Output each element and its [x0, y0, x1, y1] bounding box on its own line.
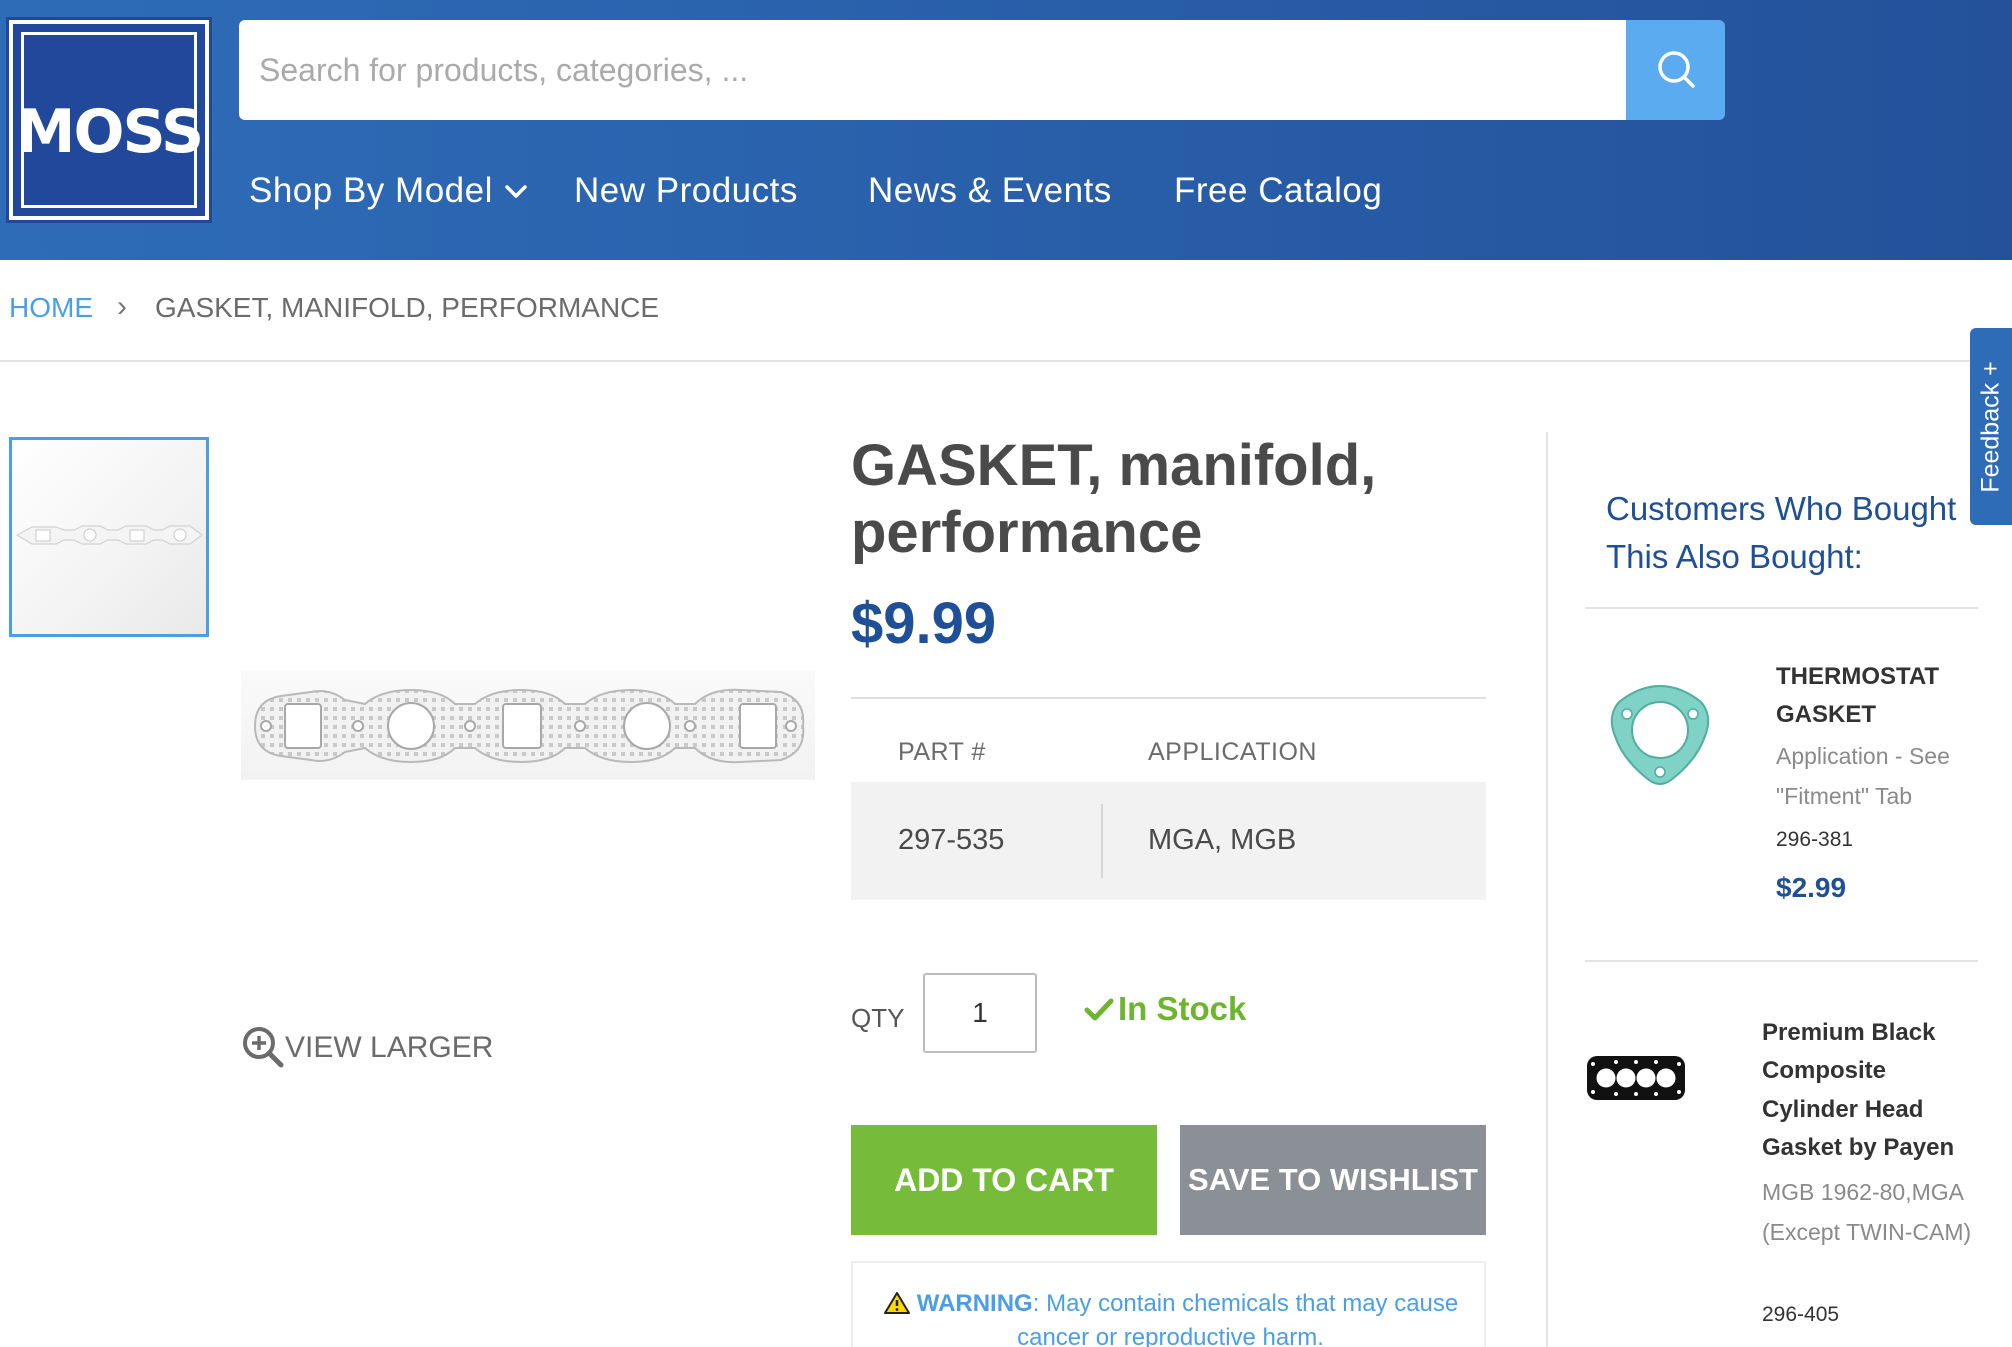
quantity-field[interactable] [923, 973, 1037, 1053]
cylinder-head-gasket-image[interactable] [1585, 1052, 1687, 1104]
sidebar-divider [1546, 432, 1548, 1347]
feedback-label: Feedback + [1976, 360, 2005, 493]
also-bought-item-price: $2.99 [1776, 872, 1847, 903]
sidebar-rule [1585, 607, 1978, 609]
warning-label[interactable]: WARNING [917, 1290, 1033, 1317]
also-bought-title: Customers Who Bought This Also Bought: [1606, 490, 1957, 575]
save-to-wishlist-button[interactable]: SAVE TO WISHLIST [1180, 1125, 1486, 1235]
application-header: APPLICATION [1148, 738, 1317, 766]
application-value: MGA, MGB [1148, 824, 1297, 856]
moss-logo[interactable]: MOSS [6, 17, 212, 223]
also-bought-item-application: MGB 1962-80,MGA (Except TWIN-CAM) [1762, 1179, 1972, 1246]
stock-status-label: In Stock [1118, 990, 1247, 1027]
part-number-value: 297-535 [898, 824, 1005, 856]
thermostat-gasket-image[interactable] [1605, 680, 1715, 790]
breadcrumb-divider [0, 360, 2012, 362]
gasket-product-image[interactable] [241, 660, 815, 790]
zoom-in-icon [243, 1027, 284, 1068]
sidebar-rule [1585, 960, 1978, 962]
search-button[interactable] [1626, 20, 1725, 120]
nav-free-catalog[interactable]: Free Catalog [1174, 171, 1382, 211]
add-to-cart-button[interactable]: ADD TO CART [851, 1125, 1157, 1235]
breadcrumb-home-link[interactable]: HOME [9, 292, 93, 324]
part-table-row: 297-535 MGA, MGB [851, 782, 1486, 900]
warning-icon [883, 1292, 910, 1314]
product-title: GASKET, manifold, performance [851, 433, 1377, 566]
feedback-tab[interactable]: Feedback + [1970, 328, 2012, 525]
checkmark-icon [1084, 998, 1114, 1021]
warning-message: WARNING: May contain chemicals that may … [873, 1287, 1468, 1347]
also-bought-item-part-number: 296-405 [1762, 1303, 1840, 1326]
chevron-down-icon[interactable] [504, 184, 528, 200]
logo-text: MOSS [15, 97, 204, 167]
nav-new-products[interactable]: New Products [574, 171, 798, 211]
cell-divider [1101, 804, 1103, 878]
search-icon [1658, 51, 1695, 88]
also-bought-item-application: Application - See "Fitment" Tab [1776, 743, 1950, 810]
prop65-warning: WARNING: May contain chemicals that may … [851, 1261, 1486, 1347]
product-thumbnail[interactable] [9, 437, 209, 637]
also-bought-item-part-number: 296-381 [1776, 828, 1854, 851]
gasket-thumbnail-image [15, 525, 203, 545]
part-number-header: PART # [898, 738, 986, 766]
search-input[interactable] [239, 20, 1626, 120]
qty-label: QTY [851, 1003, 905, 1033]
breadcrumb-current: GASKET, MANIFOLD, PERFORMANCE [155, 292, 660, 323]
breadcrumb-separator: › [117, 290, 127, 323]
also-bought-item-name[interactable]: Premium Black Composite Cylinder Head Ga… [1762, 1014, 1982, 1168]
site-header: MOSS Shop By Model New Products News & E… [0, 0, 2012, 260]
nav-news-events[interactable]: News & Events [868, 171, 1112, 211]
nav-shop-by-model[interactable]: Shop By Model [249, 171, 493, 211]
price-divider [851, 697, 1486, 699]
also-bought-item-name[interactable]: THERMOSTAT GASKET [1776, 658, 1966, 735]
warning-body: : May contain chemicals that may cause c… [1017, 1290, 1459, 1347]
product-price: $9.99 [851, 591, 997, 656]
view-larger-label: VIEW LARGER [285, 1031, 494, 1064]
